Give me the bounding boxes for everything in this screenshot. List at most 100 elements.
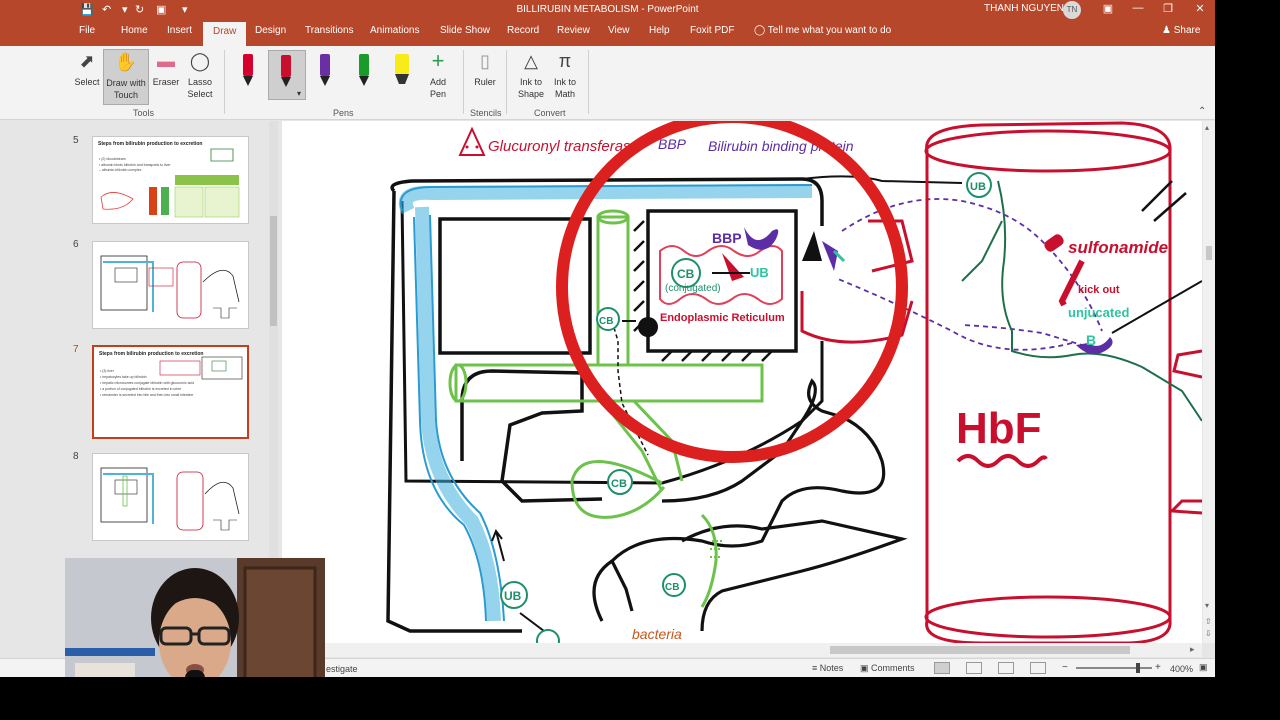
slide-vertical-scrollbar[interactable]: ▴ ▾ ⇧ ⇩ [1203, 121, 1215, 643]
tell-me-search[interactable]: ◯ Tell me what you want to do [754, 25, 891, 36]
thumbnail-slide-6[interactable] [92, 241, 249, 329]
select-label: Select [74, 77, 100, 87]
slide-drawing: Glucuronyl transferase BBP Bilirubin bin… [386, 121, 1202, 643]
pen-green[interactable] [349, 50, 379, 94]
ink-to-shape-button[interactable]: △ Ink to Shape [514, 50, 548, 100]
tab-file[interactable]: File [79, 25, 95, 36]
tab-transitions[interactable]: Transitions [305, 25, 354, 36]
webcam-overlay [65, 558, 325, 677]
label-cb-intestine: CB [665, 582, 679, 593]
draw-with-touch-label-1: Draw with [106, 78, 146, 88]
collapse-ribbon-icon[interactable]: ⌃ [1198, 106, 1206, 117]
scroll-down-icon[interactable]: ▾ [1205, 601, 1209, 610]
previous-slide-icon[interactable]: ⇧ [1205, 617, 1212, 626]
minimize-icon[interactable]: — [1128, 2, 1148, 14]
thumbnail-slide-5[interactable]: Steps from bilirubin production to excre… [92, 136, 249, 224]
zoom-slider-thumb[interactable] [1136, 663, 1140, 673]
tab-slide-show[interactable]: Slide Show [440, 25, 490, 36]
pen-red-icon [243, 54, 253, 86]
thumbnail-slide-8[interactable] [92, 453, 249, 541]
ribbon-tabs: File Home Insert Draw Design Transitions… [0, 20, 1215, 46]
thumbnail-slide-7-selected[interactable]: Steps from bilirubin production to excre… [92, 345, 249, 439]
ruler-button[interactable]: ▯ Ruler [470, 50, 500, 88]
tell-me-label: Tell me what you want to do [767, 25, 892, 36]
draw-with-touch-button[interactable]: ✋ Draw with Touch [103, 49, 149, 105]
notes-button[interactable]: ≡ Notes [812, 663, 843, 673]
label-cb-er: CB [677, 267, 695, 281]
eraser-icon: ▬ [157, 51, 175, 71]
group-label-pens: Pens [333, 108, 354, 118]
label-b: B [1086, 332, 1096, 348]
tab-view[interactable]: View [608, 25, 630, 36]
slide-sorter-button[interactable] [966, 662, 982, 674]
label-conjugated: (conjugated) [665, 283, 721, 294]
tab-help[interactable]: Help [649, 25, 670, 36]
ribbon-separator [506, 50, 507, 114]
label-kick-out: kick out [1078, 284, 1120, 296]
ink-to-math-button[interactable]: π Ink to Math [548, 50, 582, 100]
lasso-select-button[interactable]: ◯ Lasso Select [184, 50, 216, 100]
scroll-up-icon[interactable]: ▴ [1205, 123, 1209, 132]
select-button[interactable]: ⬈ Select [72, 50, 102, 88]
slide-show-button[interactable] [1030, 662, 1046, 674]
label-bacteria: bacteria [632, 626, 682, 642]
maximize-icon[interactable]: ❐ [1158, 2, 1178, 15]
group-label-convert: Convert [534, 108, 566, 118]
comments-button[interactable]: ▣ Comments [860, 663, 915, 674]
zoom-out-icon[interactable]: − [1062, 662, 1068, 673]
reading-view-button[interactable] [998, 662, 1014, 674]
lasso-label-1: Lasso [187, 77, 213, 87]
zoom-slider[interactable] [1076, 663, 1152, 673]
avatar[interactable]: TN [1063, 1, 1081, 19]
share-button[interactable]: ♟ Share [1162, 25, 1200, 36]
thumbnail-drawing [159, 356, 243, 380]
ribbon-separator [463, 50, 464, 114]
tab-insert[interactable]: Insert [167, 25, 192, 36]
pen-red[interactable] [233, 50, 263, 94]
pen-dark-red-selected[interactable]: ▾ [268, 50, 306, 100]
tab-home[interactable]: Home [121, 25, 148, 36]
thumbnail-number: 5 [73, 135, 79, 146]
lasso-icon: ◯ [189, 51, 211, 71]
scroll-right-icon[interactable]: ▸ [1190, 644, 1195, 655]
scrollbar-thumb[interactable] [830, 646, 1130, 654]
highlighter-yellow-icon [395, 54, 409, 84]
close-icon[interactable]: ✕ [1190, 2, 1210, 15]
tab-design[interactable]: Design [255, 25, 286, 36]
thumbnail-number-active: 7 [73, 344, 79, 355]
tab-draw[interactable]: Draw [203, 22, 247, 46]
scrollbar-thumb[interactable] [270, 216, 277, 326]
ribbon-draw: ⬈ Select ✋ Draw with Touch ▬ Eraser ◯ La… [0, 46, 1215, 120]
zoom-in-icon[interactable]: + [1155, 662, 1161, 673]
fit-slide-icon[interactable]: ▣ [1199, 662, 1208, 673]
group-label-tools: Tools [133, 108, 155, 118]
label-cb-duct: CB [599, 316, 613, 327]
scrollbar-thumb[interactable] [1206, 246, 1212, 260]
ribbon-display-icon[interactable]: ▣ [1098, 2, 1118, 15]
group-label-stencils: Stencils [470, 108, 502, 118]
highlighter-yellow[interactable] [387, 50, 417, 94]
cursor-icon: ⬈ [79, 51, 95, 71]
zoom-level[interactable]: 400% [1170, 664, 1193, 674]
label-sulfonamide: sulfonamide [1068, 238, 1168, 257]
normal-view-button[interactable] [934, 662, 950, 674]
add-pen-label-2: Pen [429, 89, 446, 99]
slide-canvas[interactable]: Glucuronyl transferase BBP Bilirubin bin… [282, 121, 1202, 643]
triangle-icon [458, 126, 486, 156]
slide-horizontal-scrollbar[interactable]: ▸ [282, 643, 1202, 657]
pen-purple[interactable] [310, 50, 340, 94]
tab-review[interactable]: Review [557, 25, 590, 36]
add-pen-button[interactable]: + Add Pen [424, 50, 452, 100]
next-slide-icon[interactable]: ⇩ [1205, 629, 1212, 638]
share-label: Share [1173, 25, 1201, 36]
label-ub-top: UB [970, 181, 986, 193]
legend-glucuronyl-transferase: Glucuronyl transferase [488, 138, 639, 155]
tab-foxit-pdf[interactable]: Foxit PDF [690, 25, 734, 36]
thumbnails-scrollbar[interactable] [269, 121, 278, 558]
thumbnail-drawing [100, 467, 240, 531]
user-name[interactable]: THANH NGUYEN [984, 3, 1064, 14]
eraser-button[interactable]: ▬ Eraser [151, 50, 181, 88]
tab-record[interactable]: Record [507, 25, 539, 36]
notes-label: Notes [819, 663, 844, 673]
tab-animations[interactable]: Animations [370, 25, 419, 36]
